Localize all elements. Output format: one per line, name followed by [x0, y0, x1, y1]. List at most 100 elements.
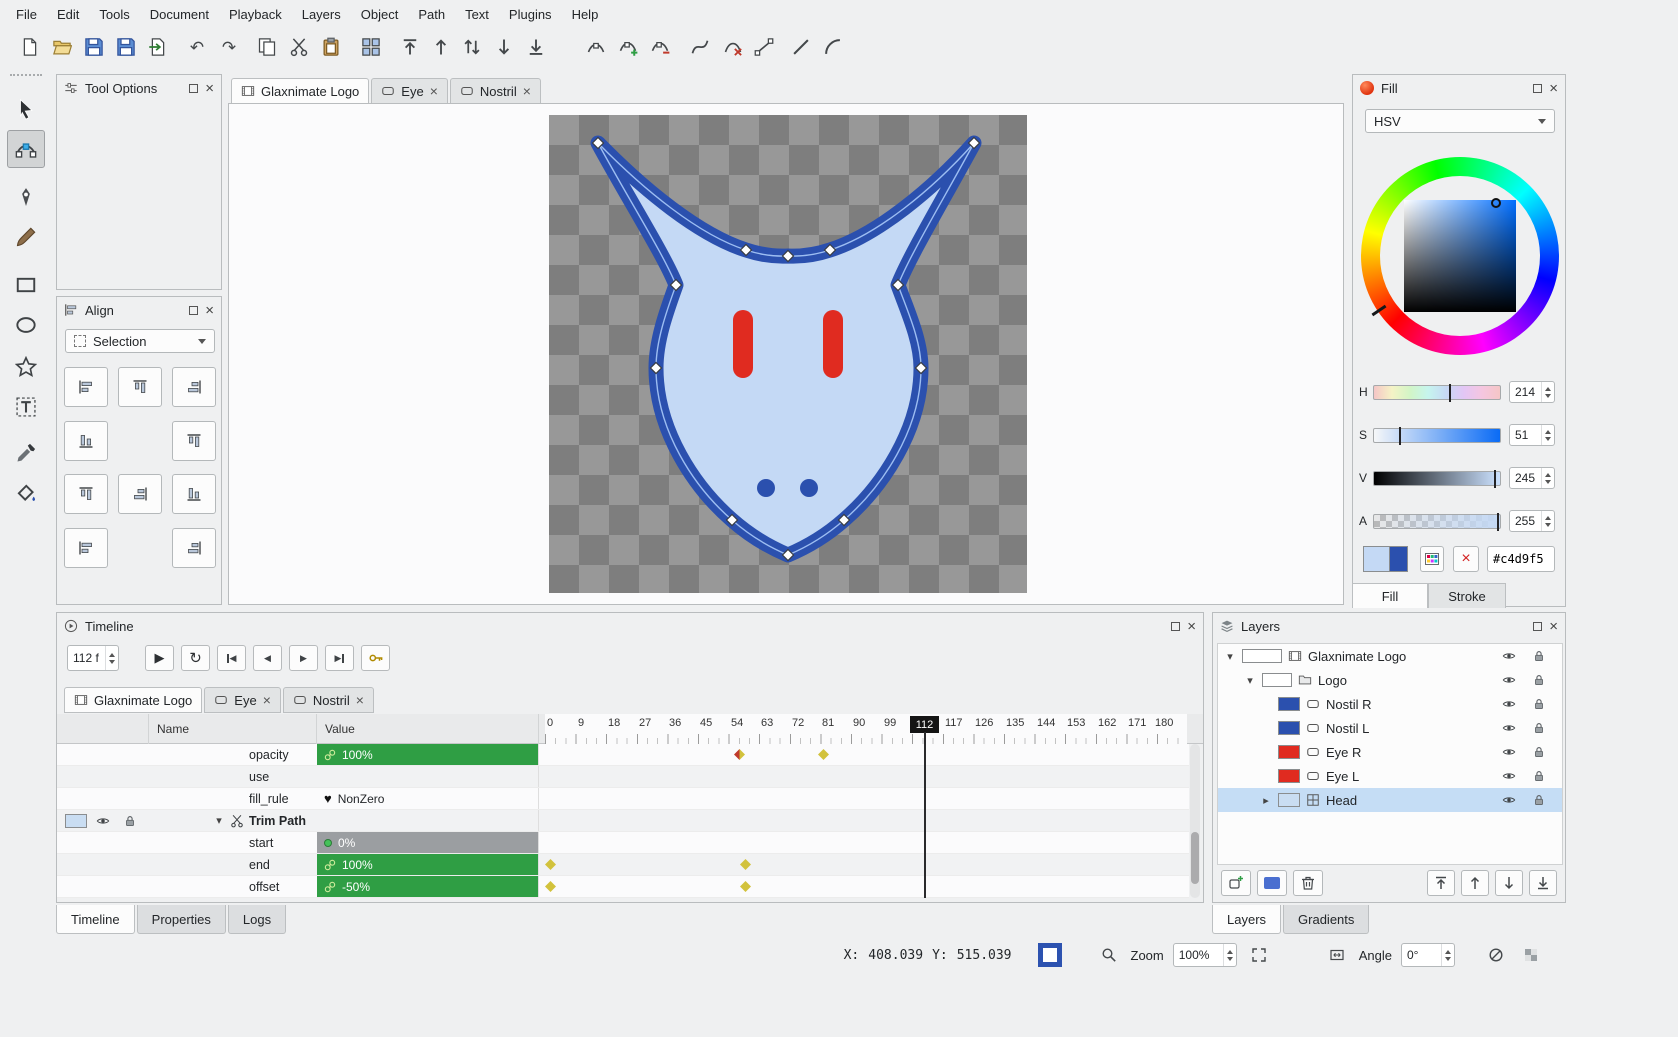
smooth-node-button[interactable]: [685, 32, 715, 62]
spin-down-icon[interactable]: [1545, 480, 1551, 484]
property-value[interactable]: [317, 766, 539, 787]
lock-icon[interactable]: [1532, 745, 1546, 759]
float-panel-icon[interactable]: [189, 306, 198, 315]
close-tab-icon[interactable]: ×: [430, 84, 438, 98]
layer-raise-to-top-button[interactable]: [1427, 870, 1455, 896]
canvas-tab-nostril[interactable]: Nostril ×: [450, 78, 541, 104]
primary-color-swatch[interactable]: [1363, 546, 1390, 572]
next-frame-button[interactable]: ▶: [289, 645, 318, 671]
visible-icon[interactable]: [1502, 721, 1516, 735]
fill-tab[interactable]: Fill: [1352, 583, 1428, 608]
group-button[interactable]: [356, 32, 386, 62]
go-first-frame-button[interactable]: ◀: [217, 645, 246, 671]
star-tool-button[interactable]: [7, 348, 45, 386]
spin-up-icon[interactable]: [1545, 430, 1551, 434]
angle-spinbox[interactable]: 0°: [1401, 943, 1455, 967]
lock-icon[interactable]: [1532, 649, 1546, 663]
value-spinbox[interactable]: 245: [1509, 467, 1555, 489]
reorder-button[interactable]: [457, 32, 487, 62]
menu-tools[interactable]: Tools: [89, 0, 139, 28]
keyframe-track[interactable]: [545, 810, 1189, 831]
layer-color-swatch[interactable]: [1278, 793, 1300, 807]
layer-color-swatch[interactable]: [1278, 769, 1300, 783]
copy-button[interactable]: [252, 32, 282, 62]
expander-icon[interactable]: ▾: [1244, 674, 1256, 687]
solid-color-layer-button[interactable]: [1257, 870, 1287, 896]
align-relative-to-select[interactable]: Selection: [65, 329, 215, 353]
canvas-tab-eye[interactable]: Eye ×: [371, 78, 448, 104]
expander-icon[interactable]: ▸: [1260, 794, 1272, 807]
menu-text[interactable]: Text: [455, 0, 499, 28]
close-panel-icon[interactable]: ×: [1549, 619, 1558, 634]
layer-lower-to-bottom-button[interactable]: [1529, 870, 1557, 896]
layer-row-glaxnimate-logo[interactable]: ▾ Glaxnimate Logo: [1218, 644, 1562, 668]
keyframe[interactable]: [545, 859, 556, 870]
undo-button[interactable]: ↶: [182, 32, 212, 62]
spin-arrows[interactable]: [105, 646, 118, 670]
visible-icon[interactable]: [1502, 649, 1516, 663]
property-value[interactable]: 100%: [317, 744, 539, 765]
keyframe-track[interactable]: [545, 744, 1189, 765]
keyframe-track[interactable]: [545, 876, 1189, 897]
color-wheel[interactable]: [1361, 157, 1559, 355]
hue-slider-handle[interactable]: [1449, 384, 1451, 402]
dissolve-node-button[interactable]: [718, 32, 748, 62]
layer-row-eye-r[interactable]: Eye R: [1218, 740, 1562, 764]
visible-icon[interactable]: [1502, 769, 1516, 783]
save-as-button[interactable]: [111, 32, 141, 62]
close-tab-icon[interactable]: ×: [356, 693, 364, 707]
frame-spinbox[interactable]: 112 f: [67, 645, 119, 671]
property-value[interactable]: [317, 810, 539, 831]
add-node-button[interactable]: [613, 32, 643, 62]
zoom-spinbox[interactable]: 100%: [1173, 943, 1237, 967]
close-panel-icon[interactable]: ×: [205, 81, 214, 96]
delete-layer-button[interactable]: [1293, 870, 1323, 896]
visible-icon[interactable]: [1502, 745, 1516, 759]
tab-properties[interactable]: Properties: [137, 905, 226, 934]
saturation-slider[interactable]: [1373, 428, 1501, 443]
tab-layers[interactable]: Layers: [1212, 905, 1281, 934]
float-panel-icon[interactable]: [1171, 622, 1180, 631]
spin-arrows[interactable]: [1441, 944, 1454, 966]
saturation-spinbox[interactable]: 51: [1509, 424, 1555, 446]
keyframe-track[interactable]: [545, 854, 1189, 875]
menu-help[interactable]: Help: [562, 0, 609, 28]
visible-icon[interactable]: [1502, 697, 1516, 711]
distribute-left-button[interactable]: [64, 421, 108, 461]
lower-to-bottom-button[interactable]: [521, 32, 551, 62]
menu-plugins[interactable]: Plugins: [499, 0, 562, 28]
lower-button[interactable]: [489, 32, 519, 62]
hue-marker[interactable]: [1372, 305, 1387, 316]
fox-head-drawing[interactable]: [549, 115, 1027, 593]
timeline-tab-glaxnimate-logo[interactable]: Glaxnimate Logo: [64, 687, 202, 713]
align-bottom-button[interactable]: [172, 474, 216, 514]
layer-row-eye-l[interactable]: Eye L: [1218, 764, 1562, 788]
layer-row-nostil-l[interactable]: Nostil L: [1218, 716, 1562, 740]
value-column-header[interactable]: Value: [317, 714, 539, 744]
new-document-button[interactable]: [15, 32, 45, 62]
menu-object[interactable]: Object: [351, 0, 409, 28]
layer-color-swatch[interactable]: [1262, 673, 1292, 687]
colorspace-select[interactable]: HSV: [1365, 109, 1555, 133]
menu-file[interactable]: File: [6, 0, 47, 28]
property-value[interactable]: ♥ NonZero: [317, 788, 539, 809]
lock-icon[interactable]: [123, 814, 137, 828]
node-select-button[interactable]: [581, 32, 611, 62]
value-slider-handle[interactable]: [1494, 470, 1496, 488]
spin-down-icon[interactable]: [1227, 957, 1233, 961]
raise-button[interactable]: [426, 32, 456, 62]
spin-down-icon[interactable]: [1445, 957, 1451, 961]
property-value[interactable]: -50%: [317, 876, 539, 897]
clear-color-button[interactable]: ×: [1453, 546, 1479, 572]
layer-color-swatch[interactable]: [65, 814, 87, 828]
name-column-header[interactable]: Name: [149, 714, 317, 744]
keyframe-track[interactable]: [545, 766, 1189, 787]
ellipse-tool-button[interactable]: [7, 306, 45, 344]
keyframe[interactable]: [740, 881, 751, 892]
fill-tool-button[interactable]: [7, 474, 45, 512]
document-area[interactable]: [549, 115, 1027, 593]
value-slider[interactable]: [1373, 471, 1501, 486]
keyframe[interactable]: [545, 881, 556, 892]
close-panel-icon[interactable]: ×: [1549, 81, 1558, 96]
menu-layers[interactable]: Layers: [292, 0, 351, 28]
